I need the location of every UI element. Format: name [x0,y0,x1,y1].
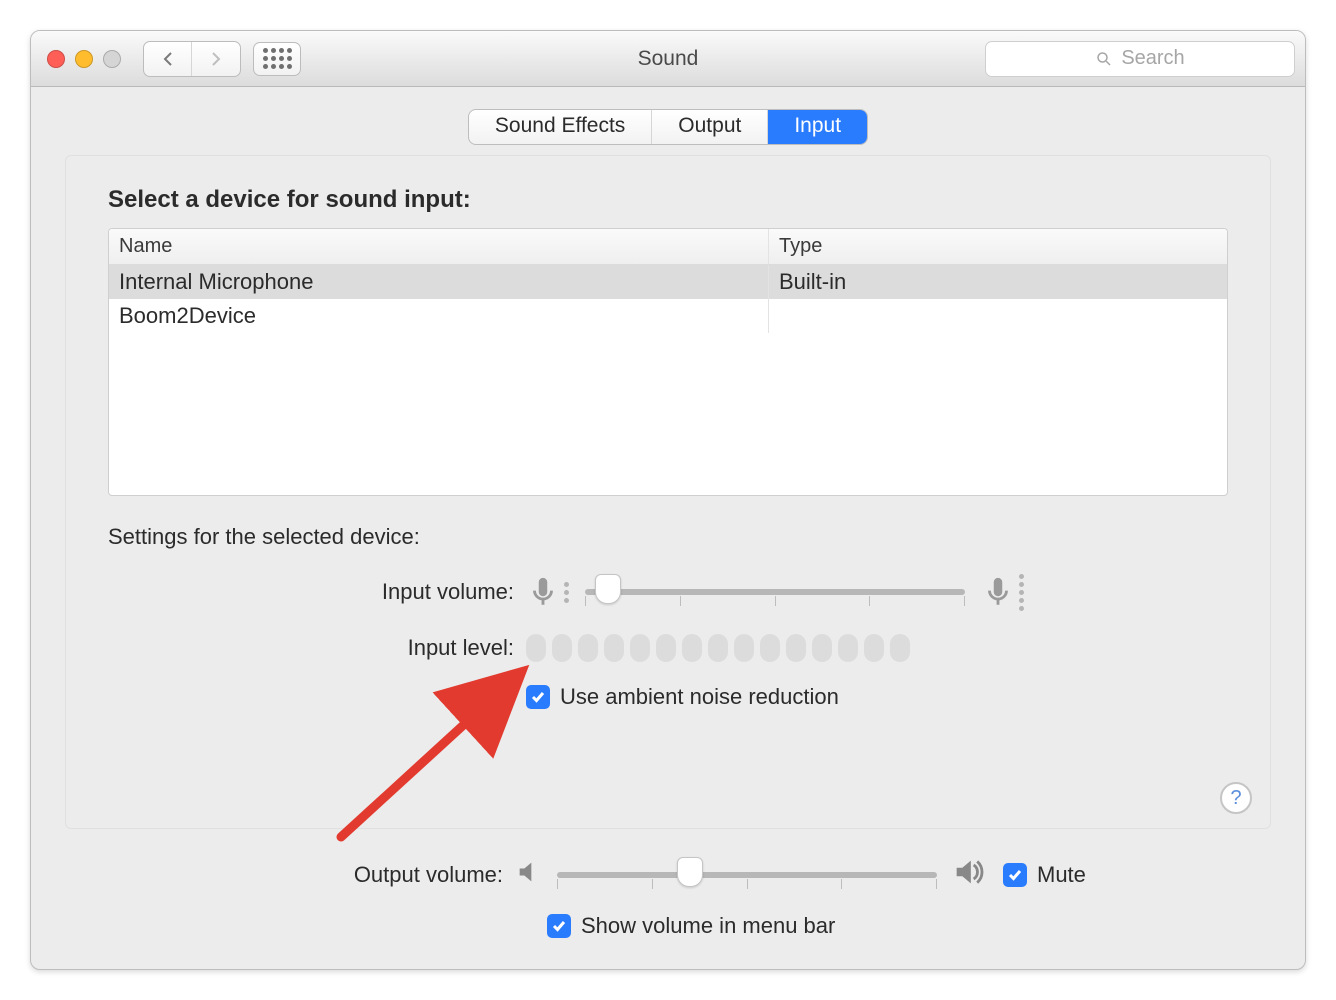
zoom-window-button [103,50,121,68]
speaker-high-icon [951,855,985,895]
nav-back-forward [143,41,241,77]
output-volume-slider[interactable] [557,855,937,895]
window-toolbar: Sound Search [31,31,1305,87]
output-volume-section: Output volume: Mute [65,829,1271,943]
microphone-high-icon [981,574,1024,611]
table-row[interactable]: Internal Microphone Built-in [109,265,1227,299]
column-type-header[interactable]: Type [769,229,1227,264]
noise-reduction-label: Use ambient noise reduction [560,684,839,710]
device-table: Name Type Internal Microphone Built-in B… [108,228,1228,496]
mute-checkbox[interactable] [1003,863,1027,887]
tab-output[interactable]: Output [652,110,768,144]
show-all-button[interactable] [253,42,301,76]
tab-sound-effects[interactable]: Sound Effects [469,110,652,144]
search-placeholder: Search [1121,47,1184,70]
column-name-header[interactable]: Name [109,229,769,264]
search-field[interactable]: Search [985,41,1295,77]
window-body: Sound Effects Output Input Select a devi… [31,87,1305,969]
show-in-menubar-row: Show volume in menu bar [107,913,1229,939]
slider-thumb[interactable] [677,857,703,887]
output-volume-row: Output volume: Mute [107,855,1229,895]
tab-input[interactable]: Input [768,110,867,144]
minimize-window-button[interactable] [75,50,93,68]
noise-reduction-row: Use ambient noise reduction [108,684,1228,710]
input-volume-slider[interactable] [585,572,965,612]
close-window-button[interactable] [47,50,65,68]
sound-preferences-window: Sound Search Sound Effects Output Input … [30,30,1306,970]
device-type: Built-in [769,265,1227,299]
show-in-menubar-label: Show volume in menu bar [581,913,835,939]
input-panel: Select a device for sound input: Name Ty… [65,155,1271,829]
output-volume-label: Output volume: [107,862,515,888]
window-controls [47,50,121,68]
forward-button [192,42,240,76]
device-name: Boom2Device [109,299,769,333]
checkmark-icon [1007,867,1023,883]
checkmark-icon [551,918,567,934]
back-button[interactable] [144,42,192,76]
table-header: Name Type [109,229,1227,265]
tab-bar: Sound Effects Output Input [468,109,868,145]
input-level-label: Input level: [108,635,526,661]
noise-reduction-checkbox[interactable] [526,685,550,709]
microphone-low-icon [526,575,569,609]
device-name: Internal Microphone [109,265,769,299]
slider-thumb[interactable] [595,574,621,604]
help-button[interactable]: ? [1220,782,1252,814]
speaker-low-icon [515,858,543,892]
checkmark-icon [530,689,546,705]
input-volume-label: Input volume: [108,579,526,605]
input-level-meter [526,634,910,662]
input-level-row: Input level: [108,634,1228,662]
grid-icon [263,48,292,69]
device-type [769,299,1227,333]
input-volume-row: Input volume: [108,572,1228,612]
panel-heading: Select a device for sound input: [108,186,1228,214]
show-in-menubar-checkbox[interactable] [547,914,571,938]
mute-label: Mute [1037,862,1086,888]
settings-heading: Settings for the selected device: [108,524,1228,550]
search-icon [1095,50,1113,68]
table-row[interactable]: Boom2Device [109,299,1227,333]
